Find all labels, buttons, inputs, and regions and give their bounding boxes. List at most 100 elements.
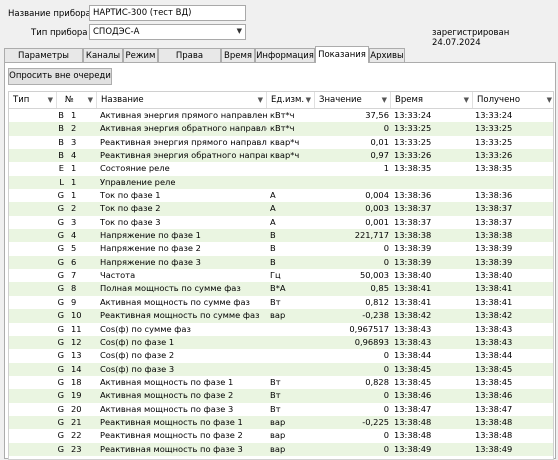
cell-num: 22: [71, 430, 82, 441]
tab-info[interactable]: Информация: [255, 48, 315, 62]
cell-num: 5: [71, 243, 77, 254]
col-num[interactable]: № ▼: [57, 92, 97, 108]
filter-icon[interactable]: ▼: [306, 92, 311, 108]
table-row[interactable]: B 4 Реактивная энергия обратного направ...…: [9, 149, 553, 163]
filter-icon[interactable]: ▼: [258, 92, 263, 108]
col-unit-label: Ед.изм.: [271, 95, 305, 105]
table-row[interactable]: G 2 Ток по фазе 2 А 0,003 13:38:37 13:38:37: [9, 202, 553, 216]
cell-code: G: [57, 416, 64, 427]
cell-num: 8: [71, 283, 77, 294]
table-row[interactable]: G 20 Активная мощность по фазе 3 Вт 0 13:38:4…: [9, 403, 553, 416]
table-row[interactable]: L 1 Управление реле: [9, 175, 553, 190]
filter-icon[interactable]: ▼: [547, 92, 552, 108]
filter-icon[interactable]: ▼: [88, 92, 93, 108]
cell-received: 13:38:43: [475, 323, 513, 334]
poll-now-button[interactable]: Опросить вне очереди: [8, 68, 112, 85]
cell-code: G: [57, 230, 64, 241]
table-row[interactable]: G 19 Активная мощность по фазе 2 Вт 0 13:38:4…: [9, 389, 553, 403]
device-type-select[interactable]: СПОДЭС-А ▼: [89, 24, 246, 40]
col-value[interactable]: Значение ▼: [315, 92, 391, 108]
col-name[interactable]: Название ▼: [97, 92, 267, 108]
table-row[interactable]: G 9 Активная мощность по сумме фаз Вт 0,812 1…: [9, 296, 553, 309]
cell-value: [315, 176, 391, 189]
table-row[interactable]: E 1 Состояние реле 1 13:38:35 13:38:35: [9, 162, 553, 175]
cell-code: E: [58, 163, 64, 174]
table-row[interactable]: B 1 Активная энергия прямого направления кВ…: [9, 109, 553, 122]
table-row[interactable]: G 4 Напряжение по фазе 1 В 221,717 13:38:38 13…: [9, 229, 553, 243]
cell-time: 13:33:26: [394, 150, 432, 161]
cell-time: 13:38:47: [394, 403, 432, 414]
col-unit[interactable]: Ед.изм. ▼: [267, 92, 315, 108]
filter-icon[interactable]: ▼: [464, 92, 469, 108]
cell-code: G: [57, 216, 64, 227]
table-row[interactable]: G 13 Cos(ф) по фазе 2 0 13:38:44 13:38:44: [9, 349, 553, 362]
table-row[interactable]: G 5 Напряжение по фазе 2 В 0 13:38:39 13:38:39: [9, 242, 553, 255]
table-row[interactable]: G 12 Cos(ф) по фазе 1 0,96893 13:38:43 13:38:…: [9, 335, 553, 350]
cell-code: B: [58, 136, 64, 147]
cell-code: G: [57, 336, 64, 347]
table-row[interactable]: G 7 Частота Гц 50,003 13:38:40 13:38:40: [9, 269, 553, 282]
table-row[interactable]: G 11 Cos(ф) по сумме фаз 0,967517 13:38:43 13…: [9, 323, 553, 336]
cell-value: 1: [383, 163, 389, 174]
cell-name: Напряжение по фазе 3: [100, 256, 201, 267]
readings-panel: Опросить вне очереди Тип ▼ № ▼ Название …: [4, 62, 556, 460]
table-row[interactable]: B 2 Активная энергия обратного направле...…: [9, 122, 553, 136]
table-row[interactable]: G 22 Реактивная мощность по фазе 2 вар 0 13:3…: [9, 429, 553, 442]
device-name-field[interactable]: НАРТИС-300 (тест ВД): [89, 5, 246, 21]
table-row[interactable]: B 3 Реактивная энергия прямого направле...…: [9, 136, 553, 149]
col-time-label: Время: [395, 95, 423, 105]
filter-icon[interactable]: ▼: [382, 92, 387, 108]
cell-unit: кВт*ч: [270, 110, 295, 120]
cell-value: 0,004: [365, 190, 389, 201]
table-row[interactable]: G 3 Ток по фазе 3 А 0,001 13:38:37 13:38:37: [9, 216, 553, 229]
cell-value: 0: [383, 403, 389, 414]
table-row[interactable]: G 10 Реактивная мощность по сумме фаз вар -0…: [9, 309, 553, 323]
cell-num: 1: [71, 110, 77, 120]
cell-value: 0,812: [365, 296, 389, 307]
device-name-label: Название прибора: [8, 9, 91, 19]
table-row[interactable]: G 8 Полная мощность по сумме фаз В*А 0,85 13:…: [9, 282, 553, 296]
tab-channels[interactable]: Каналы: [83, 48, 123, 62]
tab-archives[interactable]: Архивы: [369, 48, 405, 62]
cell-time: [391, 176, 473, 189]
col-type[interactable]: Тип ▼: [9, 92, 57, 108]
cell-unit: Гц: [270, 270, 281, 281]
cell-unit: Вт: [270, 403, 281, 414]
filter-icon[interactable]: ▼: [48, 92, 53, 108]
cell-value: 50,003: [359, 270, 389, 281]
tab-readings[interactable]: Показания: [315, 46, 369, 63]
table-row[interactable]: G 23 Реактивная мощность по фазе 3 вар 0 13:3…: [9, 442, 553, 456]
cell-received: 13:38:41: [475, 283, 513, 294]
cell-received: 13:38:45: [475, 376, 513, 387]
cell-time: 13:38:37: [394, 203, 432, 214]
cell-unit: квар*ч: [270, 150, 300, 161]
cell-unit: В*А: [270, 283, 286, 294]
cell-name: Напряжение по фазе 1: [100, 230, 201, 241]
col-name-label: Название: [101, 95, 144, 105]
cell-unit: В: [270, 230, 276, 241]
col-time[interactable]: Время ▼: [391, 92, 473, 108]
table-row[interactable]: G 14 Cos(ф) по фазе 3 0 13:38:45 13:38:45: [9, 362, 553, 376]
cell-unit: [267, 323, 315, 336]
cell-received: 13:38:39: [475, 256, 513, 267]
tab-time[interactable]: Время: [221, 48, 255, 62]
cell-name: Реактивная мощность по сумме фаз: [100, 310, 260, 321]
cell-received: 13:38:37: [475, 216, 513, 227]
cell-code: G: [57, 296, 64, 307]
table-row[interactable]: G 6 Напряжение по фазе 3 В 0 13:38:39 13:38:39: [9, 255, 553, 270]
cell-name: Частота: [100, 270, 136, 281]
tab-connection[interactable]: Параметры связи: [4, 48, 83, 75]
tab-access[interactable]: Права доступа: [158, 48, 221, 75]
cell-num: 11: [71, 323, 82, 334]
table-row[interactable]: G 18 Активная мощность по фазе 1 Вт 0,828 13:…: [9, 376, 553, 389]
table-header: Тип ▼ № ▼ Название ▼ Ед.изм. ▼ Значение …: [9, 92, 553, 109]
cell-value: 0,85: [370, 283, 389, 294]
cell-received: 13:38:47: [475, 403, 513, 414]
cell-time: 13:38:44: [394, 350, 432, 361]
table-row[interactable]: G 21 Реактивная мощность по фазе 1 вар -0,22…: [9, 415, 553, 430]
col-received[interactable]: Получено ▼: [473, 92, 553, 108]
tab-mode[interactable]: Режим: [123, 48, 158, 62]
table-row[interactable]: G 1 Ток по фазе 1 А 0,004 13:38:36 13:38:36: [9, 189, 553, 202]
cell-code: G: [57, 403, 64, 414]
cell-code: G: [57, 310, 64, 321]
